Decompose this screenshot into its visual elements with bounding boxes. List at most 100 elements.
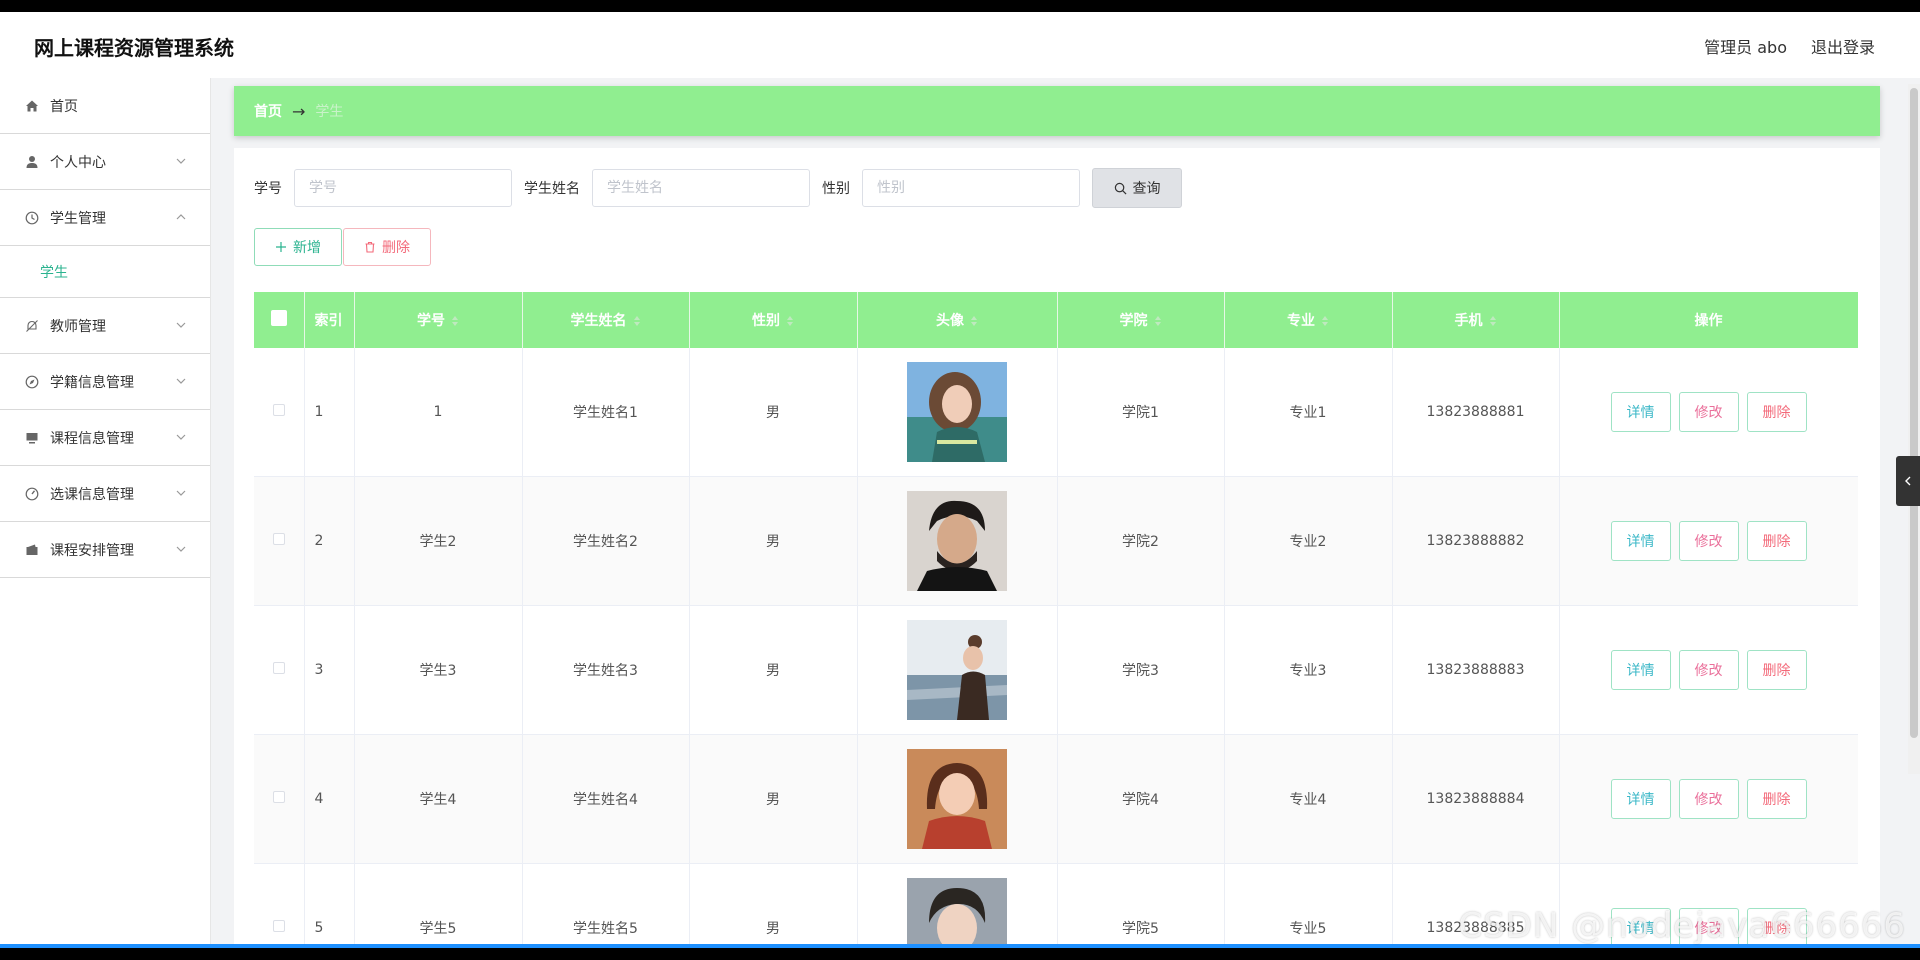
detail-button[interactable]: 详情 (1610, 779, 1671, 819)
sidebar: 首页 个人中心 学生管理 学生 教师管理 学籍信息管理 课程信息管理 选课信息管… (0, 78, 211, 948)
column-header-student-no[interactable]: 学号 (354, 292, 523, 348)
sidebar-item-enrollment-info[interactable]: 学籍信息管理 (0, 354, 210, 410)
sidebar-item-label: 学生管理 (50, 210, 106, 227)
cell-major: 专业2 (1224, 476, 1393, 606)
row-checkbox[interactable] (272, 920, 285, 932)
chevron-down-icon (176, 490, 186, 496)
content-panel: 学号 学生姓名 性别 查询 新增 删除 (234, 148, 1880, 948)
admin-label[interactable]: 管理员 abo (1704, 34, 1787, 58)
row-select-cell[interactable] (254, 476, 305, 606)
detail-button[interactable]: 详情 (1610, 650, 1671, 690)
scrollbar-thumb[interactable] (1910, 88, 1918, 738)
column-header-student-name[interactable]: 学生姓名 (522, 292, 690, 348)
row-select-cell[interactable] (254, 605, 305, 735)
row-select-cell[interactable] (254, 734, 305, 864)
student-no-label: 学号 (254, 181, 282, 197)
sort-icon[interactable] (633, 315, 641, 327)
avatar-image[interactable] (907, 362, 1007, 462)
row-select-cell[interactable] (254, 863, 305, 948)
row-checkbox[interactable] (272, 533, 285, 545)
sort-icon[interactable] (970, 315, 978, 327)
cell-index: 5 (304, 863, 355, 948)
sidebar-item-teacher-management[interactable]: 教师管理 (0, 298, 210, 354)
row-checkbox[interactable] (272, 791, 285, 803)
cell-gender: 男 (689, 605, 858, 735)
sidebar-item-student-management[interactable]: 学生管理 (0, 190, 210, 246)
breadcrumb: 首页 → 学生 (234, 86, 1880, 136)
sidebar-subitem-student[interactable]: 学生 (0, 246, 210, 298)
cell-gender: 男 (689, 348, 858, 477)
cell-college: 学院3 (1057, 605, 1225, 735)
cell-major: 专业3 (1224, 605, 1393, 735)
sidebar-item-home[interactable]: 首页 (0, 78, 210, 134)
avatar-image[interactable] (907, 620, 1007, 720)
cell-phone: 13823888883 (1392, 605, 1560, 735)
delete-button[interactable]: 删除 (1746, 779, 1807, 819)
row-checkbox[interactable] (272, 662, 285, 674)
cell-index: 3 (304, 605, 355, 735)
select-all-checkbox[interactable] (270, 310, 287, 326)
avatar-image[interactable] (907, 749, 1007, 849)
detail-button[interactable]: 详情 (1610, 521, 1671, 561)
sort-icon[interactable] (786, 315, 794, 327)
cell-college: 学院2 (1057, 476, 1225, 606)
cell-avatar (857, 734, 1058, 864)
sort-icon[interactable] (1489, 315, 1497, 327)
add-button[interactable]: 新增 (254, 228, 342, 266)
sort-icon[interactable] (1321, 315, 1329, 327)
avatar-image[interactable] (907, 491, 1007, 591)
cell-student-no: 学生5 (354, 863, 523, 948)
main-content: 首页 → 学生 学号 学生姓名 性别 查询 新增 (234, 86, 1880, 948)
sidebar-item-personal-center[interactable]: 个人中心 (0, 134, 210, 190)
logout-link[interactable]: 退出登录 (1811, 34, 1875, 58)
column-header-gender[interactable]: 性别 (689, 292, 858, 348)
sidebar-item-course-schedule[interactable]: 课程安排管理 (0, 522, 210, 578)
edit-button[interactable]: 修改 (1678, 521, 1739, 561)
action-bar: 新增 删除 (254, 228, 431, 266)
detail-button[interactable]: 详情 (1610, 392, 1671, 432)
student-no-input[interactable] (294, 169, 512, 207)
compass-icon (24, 374, 40, 390)
column-header-phone[interactable]: 手机 (1392, 292, 1560, 348)
select-all-cell[interactable] (254, 292, 305, 348)
delete-button[interactable]: 删除 (1746, 392, 1807, 432)
row-checkbox[interactable] (272, 404, 285, 416)
sort-icon[interactable] (451, 315, 459, 327)
delete-button[interactable]: 删除 (1746, 650, 1807, 690)
row-select-cell[interactable] (254, 348, 305, 477)
delete-button-label: 删除 (382, 240, 410, 256)
batch-delete-button[interactable]: 删除 (343, 228, 431, 266)
edit-button[interactable]: 修改 (1678, 779, 1739, 819)
cell-student-no: 学生2 (354, 476, 523, 606)
table-row: 3 学生3 学生姓名3 男 学院3 专业3 13823888883 详情修改 (254, 605, 1858, 735)
sidebar-item-course-info[interactable]: 课程信息管理 (0, 410, 210, 466)
cell-student-no: 1 (354, 348, 523, 477)
edit-button[interactable]: 修改 (1678, 650, 1739, 690)
column-header-college[interactable]: 学院 (1057, 292, 1225, 348)
cell-student-name: 学生姓名3 (522, 605, 690, 735)
table-row: 2 学生2 学生姓名2 男 学院2 专业2 13823888882 详情修改 (254, 476, 1858, 606)
user-icon (24, 154, 40, 170)
student-name-input[interactable] (592, 169, 810, 207)
table-header-row: 索引 学号 学生姓名 性别 头像 学院 专业 手机 操作 (254, 292, 1858, 348)
gender-input[interactable] (862, 169, 1080, 207)
page-scrollbar[interactable] (1908, 84, 1920, 774)
edit-button[interactable]: 修改 (1678, 392, 1739, 432)
cell-major: 专业4 (1224, 734, 1393, 864)
column-header-index: 索引 (304, 292, 355, 348)
column-header-major[interactable]: 专业 (1224, 292, 1393, 348)
column-header-avatar[interactable]: 头像 (857, 292, 1058, 348)
cell-phone: 13823888881 (1392, 348, 1560, 477)
cell-avatar (857, 605, 1058, 735)
query-button[interactable]: 查询 (1092, 168, 1182, 208)
avatar-image[interactable] (907, 878, 1007, 948)
sidebar-item-course-selection[interactable]: 选课信息管理 (0, 466, 210, 522)
watermark-text: CSDN @nodejava666666 (1458, 906, 1906, 946)
cell-student-name: 学生姓名4 (522, 734, 690, 864)
cell-major: 专业1 (1224, 348, 1393, 477)
breadcrumb-home[interactable]: 首页 (254, 101, 282, 121)
delete-button[interactable]: 删除 (1746, 521, 1807, 561)
sort-icon[interactable] (1154, 315, 1162, 327)
collapse-panel-button[interactable] (1896, 456, 1920, 506)
cell-avatar (857, 348, 1058, 477)
